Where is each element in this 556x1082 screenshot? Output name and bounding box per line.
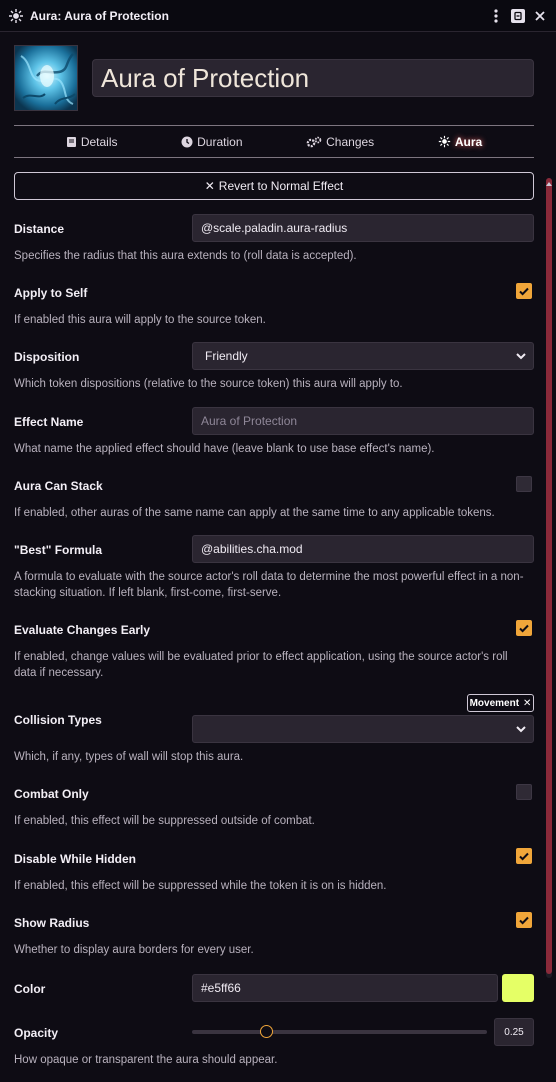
tab-label: Details [80,134,118,149]
disable-hidden-label: Disable While Hidden [14,852,137,866]
evaluate-early-label: Evaluate Changes Early [14,623,151,637]
distance-label: Distance [14,222,65,236]
show-radius-checkbox[interactable] [516,912,532,928]
tab-details[interactable]: Details [66,135,118,149]
tab-label: Duration [197,134,243,149]
opacity-slider-thumb[interactable] [259,1025,273,1038]
distance-input[interactable]: @scale.paladin.aura-radius [192,214,534,242]
disposition-value: Friendly [205,349,248,363]
menu-dots-icon[interactable] [488,7,504,25]
apply-to-self-label: Apply to Self [14,286,88,300]
best-formula-hint: A formula to evaluate with the source ac… [14,571,524,599]
effect-name-field[interactable]: Aura of Protection [192,407,534,435]
effect-name-label: Effect Name [14,415,84,429]
remove-tag-icon[interactable]: ✕ [523,698,531,709]
color-input[interactable]: #e5ff66 [192,974,498,1002]
evaluate-early-hint: If enabled, change values will be evalua… [14,651,508,679]
scrollbar-thumb[interactable] [546,178,552,974]
evaluate-early-checkbox[interactable] [516,620,532,636]
scrollbar[interactable] [546,178,552,978]
opacity-slider-track[interactable] [192,1030,487,1034]
effect-name-hint: What name the applied effect should have… [14,443,435,455]
tab-changes[interactable]: Changes [306,135,374,149]
distance-hint: Specifies the radius that this aura exte… [14,250,357,262]
aura-can-stack-label: Aura Can Stack [14,479,103,493]
disable-hidden-hint: If enabled, this effect will be suppress… [14,880,387,892]
effect-image[interactable] [14,45,78,111]
disposition-hint: Which token dispositions (relative to th… [14,378,403,390]
sheet-config-button[interactable] [510,7,526,25]
close-icon[interactable] [532,7,548,25]
tab-label: Aura [454,134,483,149]
scroll-up-icon[interactable] [545,180,553,188]
effect-name-input[interactable]: Aura of Protection [92,59,534,97]
collision-types-select[interactable] [192,715,534,743]
aura-icon [8,8,24,24]
disposition-select[interactable]: Friendly [192,342,534,370]
chevron-down-icon [516,353,526,360]
times-icon: ✕ [204,179,215,193]
aura-icon [438,135,451,148]
opacity-hint: How opaque or transparent the aura shoul… [14,1054,278,1066]
opacity-value[interactable]: 0.25 [494,1018,534,1046]
chevron-down-icon [516,726,526,733]
aura-can-stack-checkbox[interactable] [516,476,532,492]
check-icon [519,287,529,296]
opacity-label: Opacity [14,1026,59,1040]
check-icon [519,916,529,925]
effect-header: Aura of Protection [14,44,534,112]
apply-to-self-hint: If enabled this aura will apply to the s… [14,314,266,326]
sheet-badge-icon [511,8,525,23]
tag-label: Movement [469,697,520,709]
combat-only-label: Combat Only [14,787,89,801]
apply-to-self-checkbox[interactable] [516,283,532,299]
sheet-tabs: Details Duration Changes Aura [14,125,534,158]
book-icon [66,136,76,147]
revert-button[interactable]: ✕ Revert to Normal Effect [14,172,534,200]
window-titlebar: Aura: Aura of Protection [0,0,556,32]
tab-label: Changes [326,134,375,149]
tab-duration[interactable]: Duration [181,134,243,149]
show-radius-label: Show Radius [14,916,90,930]
revert-button-label: Revert to Normal Effect [218,179,344,193]
check-icon [519,852,529,861]
best-formula-label: "Best" Formula [14,543,103,557]
collision-types-hint: Which, if any, types of wall will stop t… [14,751,244,763]
disposition-label: Disposition [14,350,80,364]
aura-can-stack-hint: If enabled, other auras of the same name… [14,507,495,519]
cogs-icon [306,136,322,147]
best-formula-input[interactable]: @abilities.cha.mod [192,535,534,563]
disable-hidden-checkbox[interactable] [516,848,532,864]
combat-only-checkbox[interactable] [516,784,532,800]
color-swatch[interactable] [502,974,534,1002]
window-title: Aura: Aura of Protection [30,8,169,23]
tab-aura[interactable]: Aura [438,135,482,149]
clock-icon [181,136,193,147]
collision-types-label: Collision Types [14,713,102,727]
combat-only-hint: If enabled, this effect will be suppress… [14,815,315,827]
check-icon [519,624,529,633]
show-radius-hint: Whether to display aura borders for ever… [14,944,254,956]
collision-tag-movement: Movement ✕ [467,694,534,712]
color-label: Color [14,982,46,996]
